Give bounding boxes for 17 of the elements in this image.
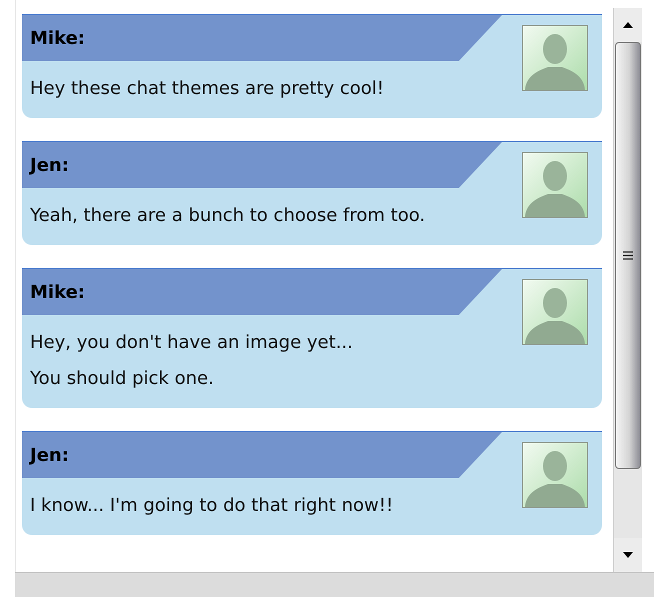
scroll-down-icon[interactable] bbox=[623, 552, 633, 558]
message-text: Hey, you don't have an image yet... bbox=[30, 331, 354, 355]
sender-name: Jen: bbox=[30, 444, 69, 466]
message-text: You should pick one. bbox=[30, 367, 215, 391]
avatar-icon bbox=[522, 152, 588, 218]
message-text: I know... I'm going to do that right now!! bbox=[30, 494, 394, 518]
message-text: Yeah, there are a bunch to choose from too. bbox=[30, 204, 426, 228]
avatar-icon bbox=[522, 442, 588, 508]
sender-name: Mike: bbox=[30, 282, 85, 302]
avatar-icon bbox=[522, 279, 588, 345]
avatar-icon bbox=[522, 25, 588, 91]
grip-icon[interactable] bbox=[623, 251, 633, 260]
scroll-up-icon[interactable] bbox=[623, 22, 633, 28]
sender-name: Mike: bbox=[30, 28, 85, 48]
message-text: Hey these chat themes are pretty cool! bbox=[30, 77, 386, 101]
sender-name: Jen: bbox=[30, 154, 69, 176]
scrollbar[interactable] bbox=[613, 8, 642, 572]
